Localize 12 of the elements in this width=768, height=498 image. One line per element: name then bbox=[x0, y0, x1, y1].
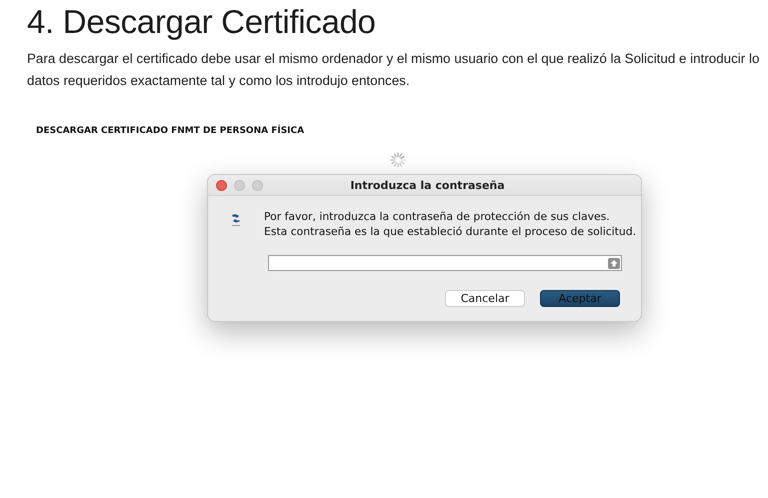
intro-paragraph: Para descargar el certificado debe usar el mismo ordenador y el mismo usuario con el que realizó la Solicitud e introducir lo datos requeridos exactamente tal y como los introdujo entonces. bbox=[27, 50, 760, 90]
app-logo-icon bbox=[230, 213, 242, 227]
dialog-title: Introduzca la contraseña bbox=[349, 178, 506, 192]
close-icon[interactable] bbox=[216, 180, 227, 190]
page-heading: 4. Descargar Certificado bbox=[27, 2, 376, 42]
dialog-message: Por favor, introduzca la contraseña de protección de sus claves. Esta contraseña es la que estableció durante el proceso de solicitud. bbox=[264, 209, 636, 239]
minimize-icon[interactable] bbox=[234, 180, 245, 190]
password-field[interactable] bbox=[268, 255, 622, 271]
section-heading: DESCARGAR CERTIFICADO FNMT DE PERSONA FÍSICA bbox=[36, 126, 304, 136]
zoom-icon[interactable] bbox=[252, 180, 263, 190]
spinner-icon bbox=[390, 152, 406, 168]
cancel-button[interactable]: Cancelar bbox=[445, 290, 525, 307]
